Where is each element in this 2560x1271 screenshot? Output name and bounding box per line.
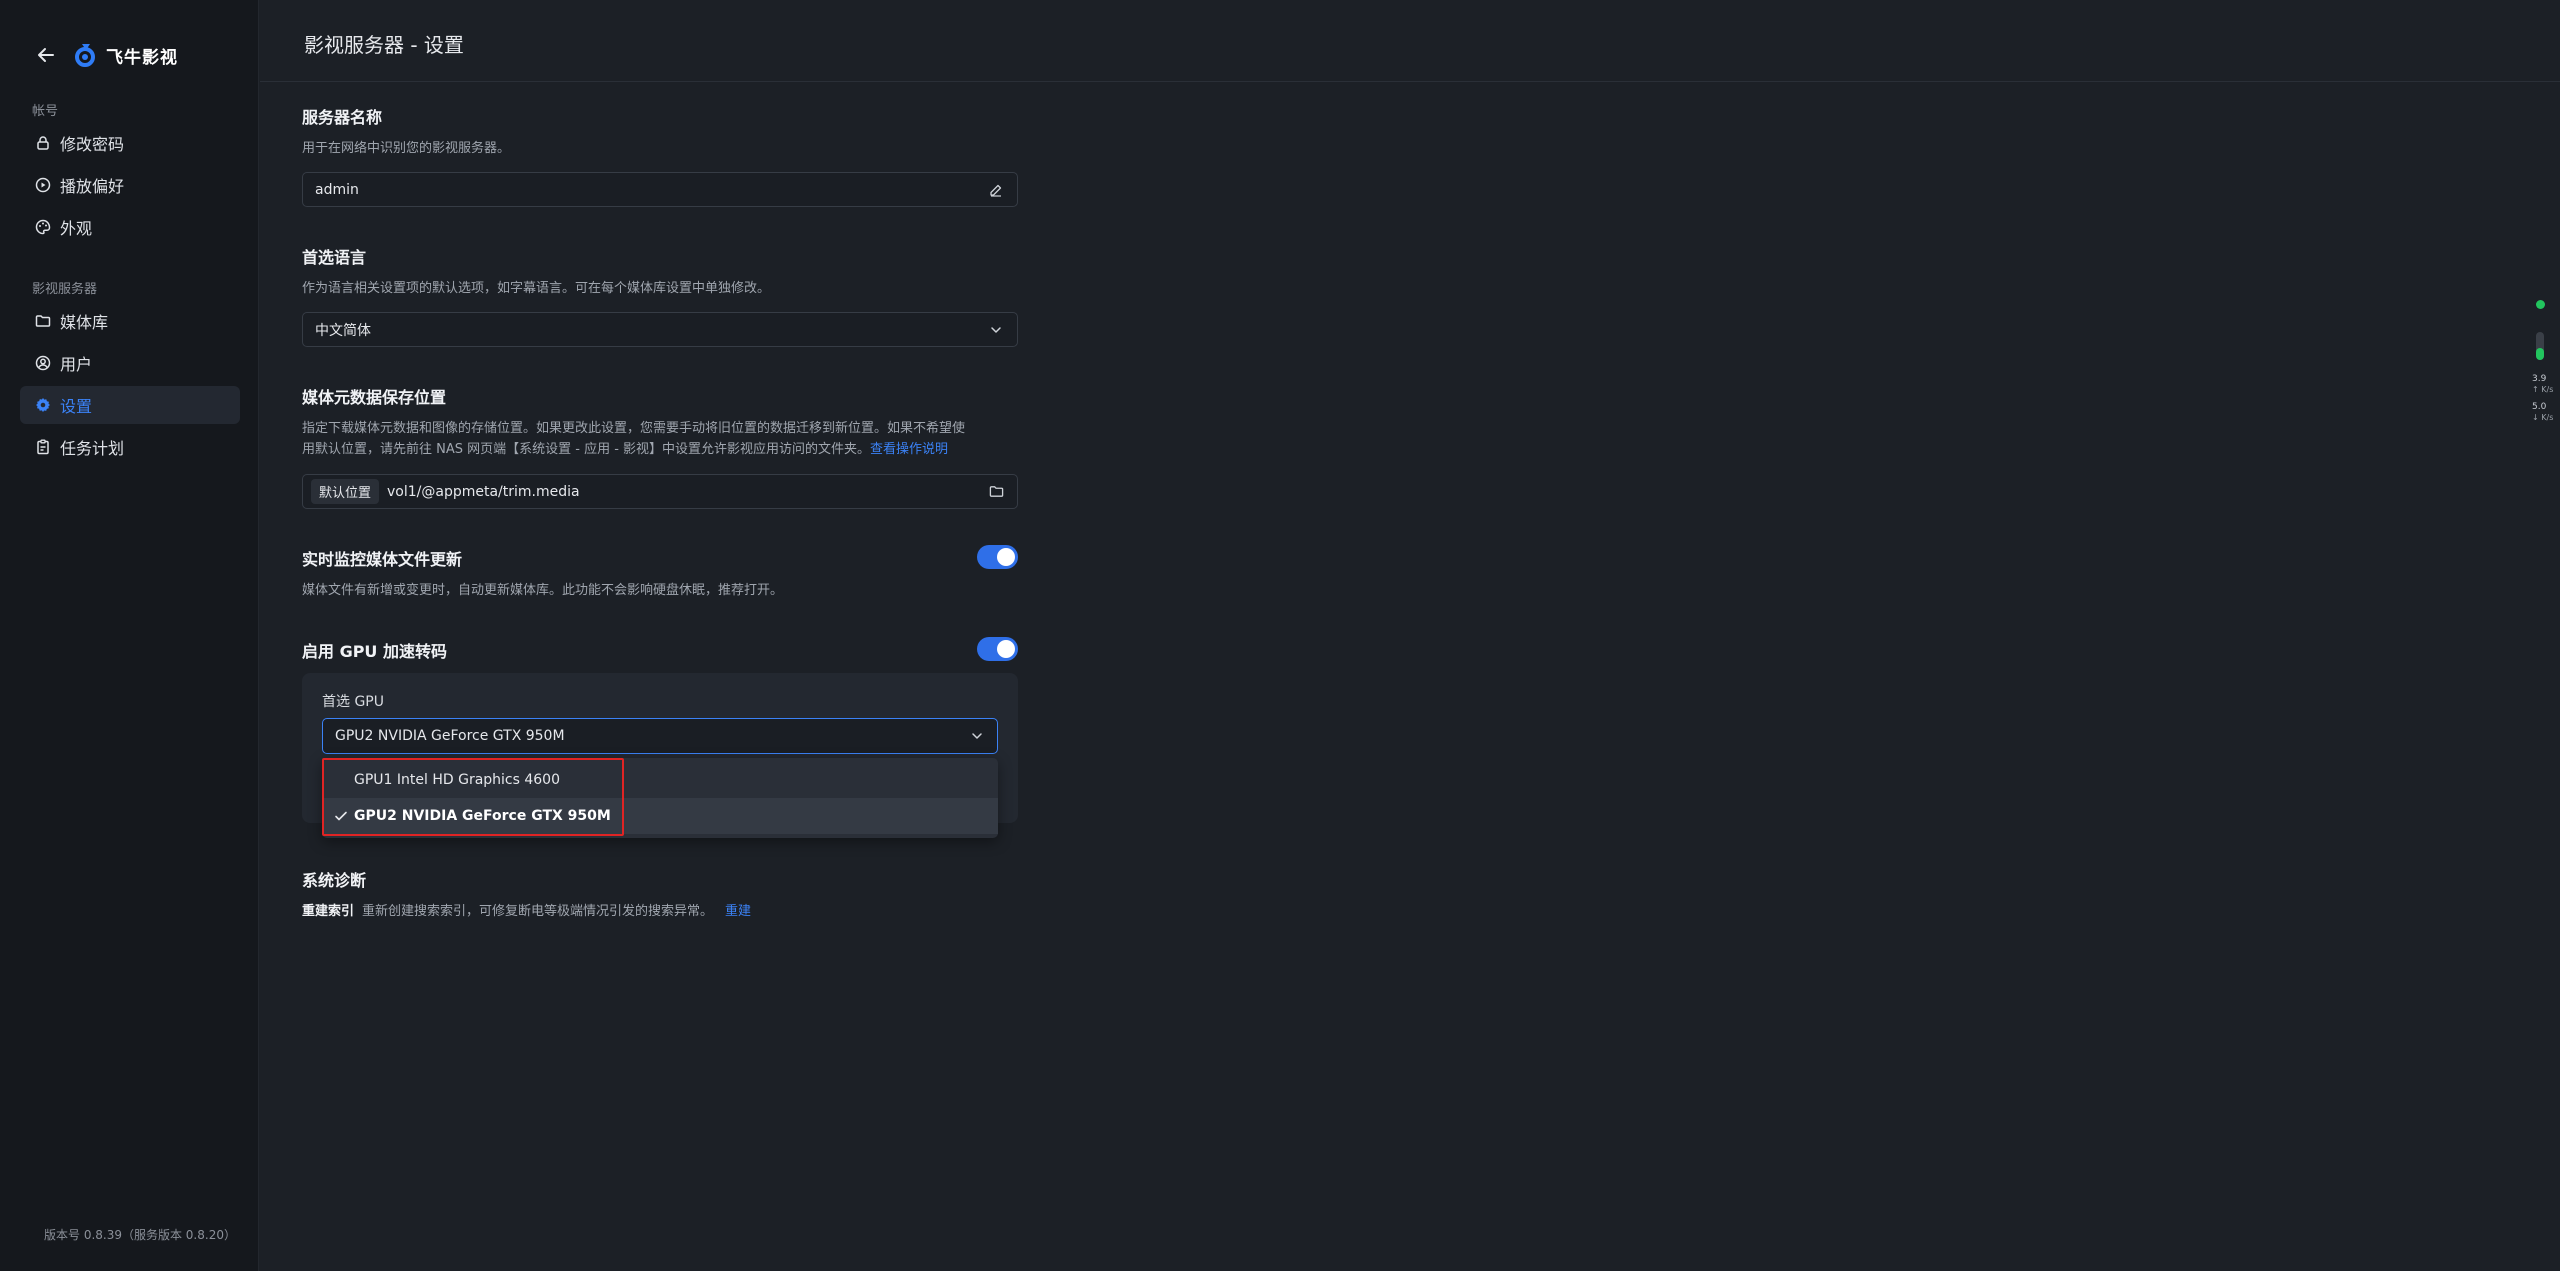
sidebar-item-appearance[interactable]: 外观 [20, 208, 240, 246]
palette-icon [34, 218, 52, 236]
network-speed-widget: 3.9 ↑ K/s 5.0 ↓ K/s [2530, 296, 2558, 426]
upload-unit: ↑ K/s [2532, 385, 2554, 394]
sidebar-item-label: 媒体库 [60, 313, 109, 332]
app-name: 飞牛影视 [106, 47, 178, 68]
metadata-desc-text: 用默认位置，请先前往 NAS 网页端【系统设置 - 应用 - 影视】中设置允许影… [302, 442, 871, 457]
monitor-desc: 媒体文件有新增或变更时，自动更新媒体库。此功能不会影响硬盘休眠，推荐打开。 [302, 583, 784, 598]
status-dot-icon [2536, 300, 2545, 309]
gpu-option-1[interactable]: GPU1 Intel HD Graphics 4600 [322, 762, 998, 798]
clipboard-icon [34, 438, 52, 456]
rebuild-button[interactable]: 重建 [725, 900, 751, 919]
gpu-toggle[interactable] [977, 637, 1018, 661]
lock-icon [34, 134, 52, 152]
edit-pencil-icon[interactable] [987, 181, 1005, 199]
preferred-gpu-label: 首选 GPU [322, 694, 384, 710]
app-logo-icon [72, 41, 100, 69]
metadata-title: 媒体元数据保存位置 [302, 388, 447, 407]
sidebar-item-label: 播放偏好 [60, 177, 125, 196]
group-label-account: 帐号 [32, 104, 59, 119]
language-value: 中文简体 [315, 322, 371, 339]
preferred-gpu-select[interactable]: GPU2 NVIDIA GeForce GTX 950M [322, 718, 998, 754]
sidebar: 飞牛影视 帐号 修改密码 播放偏好 外观 影视服务器 媒体库 用户 设置 任务计… [0, 0, 259, 1271]
server-name-field[interactable]: admin [302, 172, 1018, 207]
sidebar-item-label: 任务计划 [60, 439, 125, 458]
sidebar-item-scheduled-tasks[interactable]: 任务计划 [20, 428, 240, 466]
monitor-title: 实时监控媒体文件更新 [302, 550, 463, 569]
version-info: 版本号 0.8.39（服务版本 0.8.20） [44, 1228, 236, 1242]
traffic-bar [2536, 332, 2544, 360]
default-location-tag: 默认位置 [311, 479, 380, 504]
brand: 飞牛影视 [34, 40, 178, 70]
gpu-option-label: GPU1 Intel HD Graphics 4600 [354, 772, 561, 788]
back-arrow-icon[interactable] [34, 43, 58, 67]
download-unit: ↓ K/s [2532, 413, 2554, 422]
language-desc: 作为语言相关设置项的默认选项，如字幕语言。可在每个媒体库设置中单独修改。 [302, 281, 771, 296]
gpu-dropdown-menu: GPU1 Intel HD Graphics 4600 GPU2 NVIDIA … [322, 758, 998, 838]
metadata-path-field[interactable]: 默认位置 vol1/@appmeta/trim.media [302, 474, 1018, 509]
sidebar-item-media-library[interactable]: 媒体库 [20, 302, 240, 340]
server-name-title: 服务器名称 [302, 108, 383, 127]
sidebar-item-label: 设置 [60, 397, 93, 416]
language-title: 首选语言 [302, 248, 367, 267]
metadata-desc-line1: 指定下载媒体元数据和图像的存储位置。如果更改此设置，您需要手动将旧位置的数据迁移… [302, 421, 966, 436]
sidebar-item-label: 用户 [60, 355, 93, 374]
page-title: 影视服务器 - 设置 [304, 33, 464, 57]
checkmark-icon [334, 809, 348, 823]
gpu-title: 启用 GPU 加速转码 [302, 642, 447, 661]
upload-speed: 3.9 [2532, 374, 2547, 384]
app-window: 飞牛影视 帐号 修改密码 播放偏好 外观 影视服务器 媒体库 用户 设置 任务计… [0, 0, 2560, 1271]
sidebar-item-playback-preferences[interactable]: 播放偏好 [20, 166, 240, 204]
chevron-down-icon [987, 321, 1005, 339]
chevron-down-icon [969, 728, 985, 744]
metadata-path-value: vol1/@appmeta/trim.media [387, 483, 580, 500]
traffic-bar-fill [2536, 348, 2544, 360]
rebuild-index-desc: 重新创建搜索索引，可修复断电等极端情况引发的搜索异常。 [362, 904, 714, 919]
monitor-toggle[interactable] [977, 545, 1018, 569]
preferred-gpu-value: GPU2 NVIDIA GeForce GTX 950M [335, 728, 565, 744]
metadata-desc-line2: 用默认位置，请先前往 NAS 网页端【系统设置 - 应用 - 影视】中设置允许影… [302, 439, 948, 460]
sidebar-item-label: 修改密码 [60, 135, 125, 154]
gpu-option-2[interactable]: GPU2 NVIDIA GeForce GTX 950M [322, 798, 998, 834]
rebuild-index-label: 重建索引 [302, 904, 355, 919]
server-name-desc: 用于在网络中识别您的影视服务器。 [302, 141, 511, 156]
play-circle-icon [34, 176, 52, 194]
view-instructions-link[interactable]: 查看操作说明 [870, 442, 948, 457]
language-select[interactable]: 中文简体 [302, 312, 1018, 347]
download-speed: 5.0 [2532, 402, 2547, 412]
gpu-option-label: GPU2 NVIDIA GeForce GTX 950M [354, 808, 611, 824]
group-label-media-server: 影视服务器 [32, 282, 98, 297]
rebuild-index-row: 重建索引 重新创建搜索索引，可修复断电等极端情况引发的搜索异常。 重建 [302, 900, 751, 919]
diagnostics-title: 系统诊断 [302, 871, 367, 890]
gpu-panel: 首选 GPU GPU2 NVIDIA GeForce GTX 950M GPU1… [302, 673, 1018, 838]
folder-browse-icon[interactable] [987, 483, 1005, 501]
page-header: 影视服务器 - 设置 [260, 0, 2560, 82]
sidebar-item-users[interactable]: 用户 [20, 344, 240, 382]
server-name-value: admin [315, 181, 359, 198]
sidebar-item-label: 外观 [60, 219, 93, 238]
sidebar-item-settings[interactable]: 设置 [20, 386, 240, 424]
sidebar-item-change-password[interactable]: 修改密码 [20, 124, 240, 162]
folder-icon [34, 312, 52, 330]
gear-icon [34, 396, 52, 414]
user-icon [34, 354, 52, 372]
